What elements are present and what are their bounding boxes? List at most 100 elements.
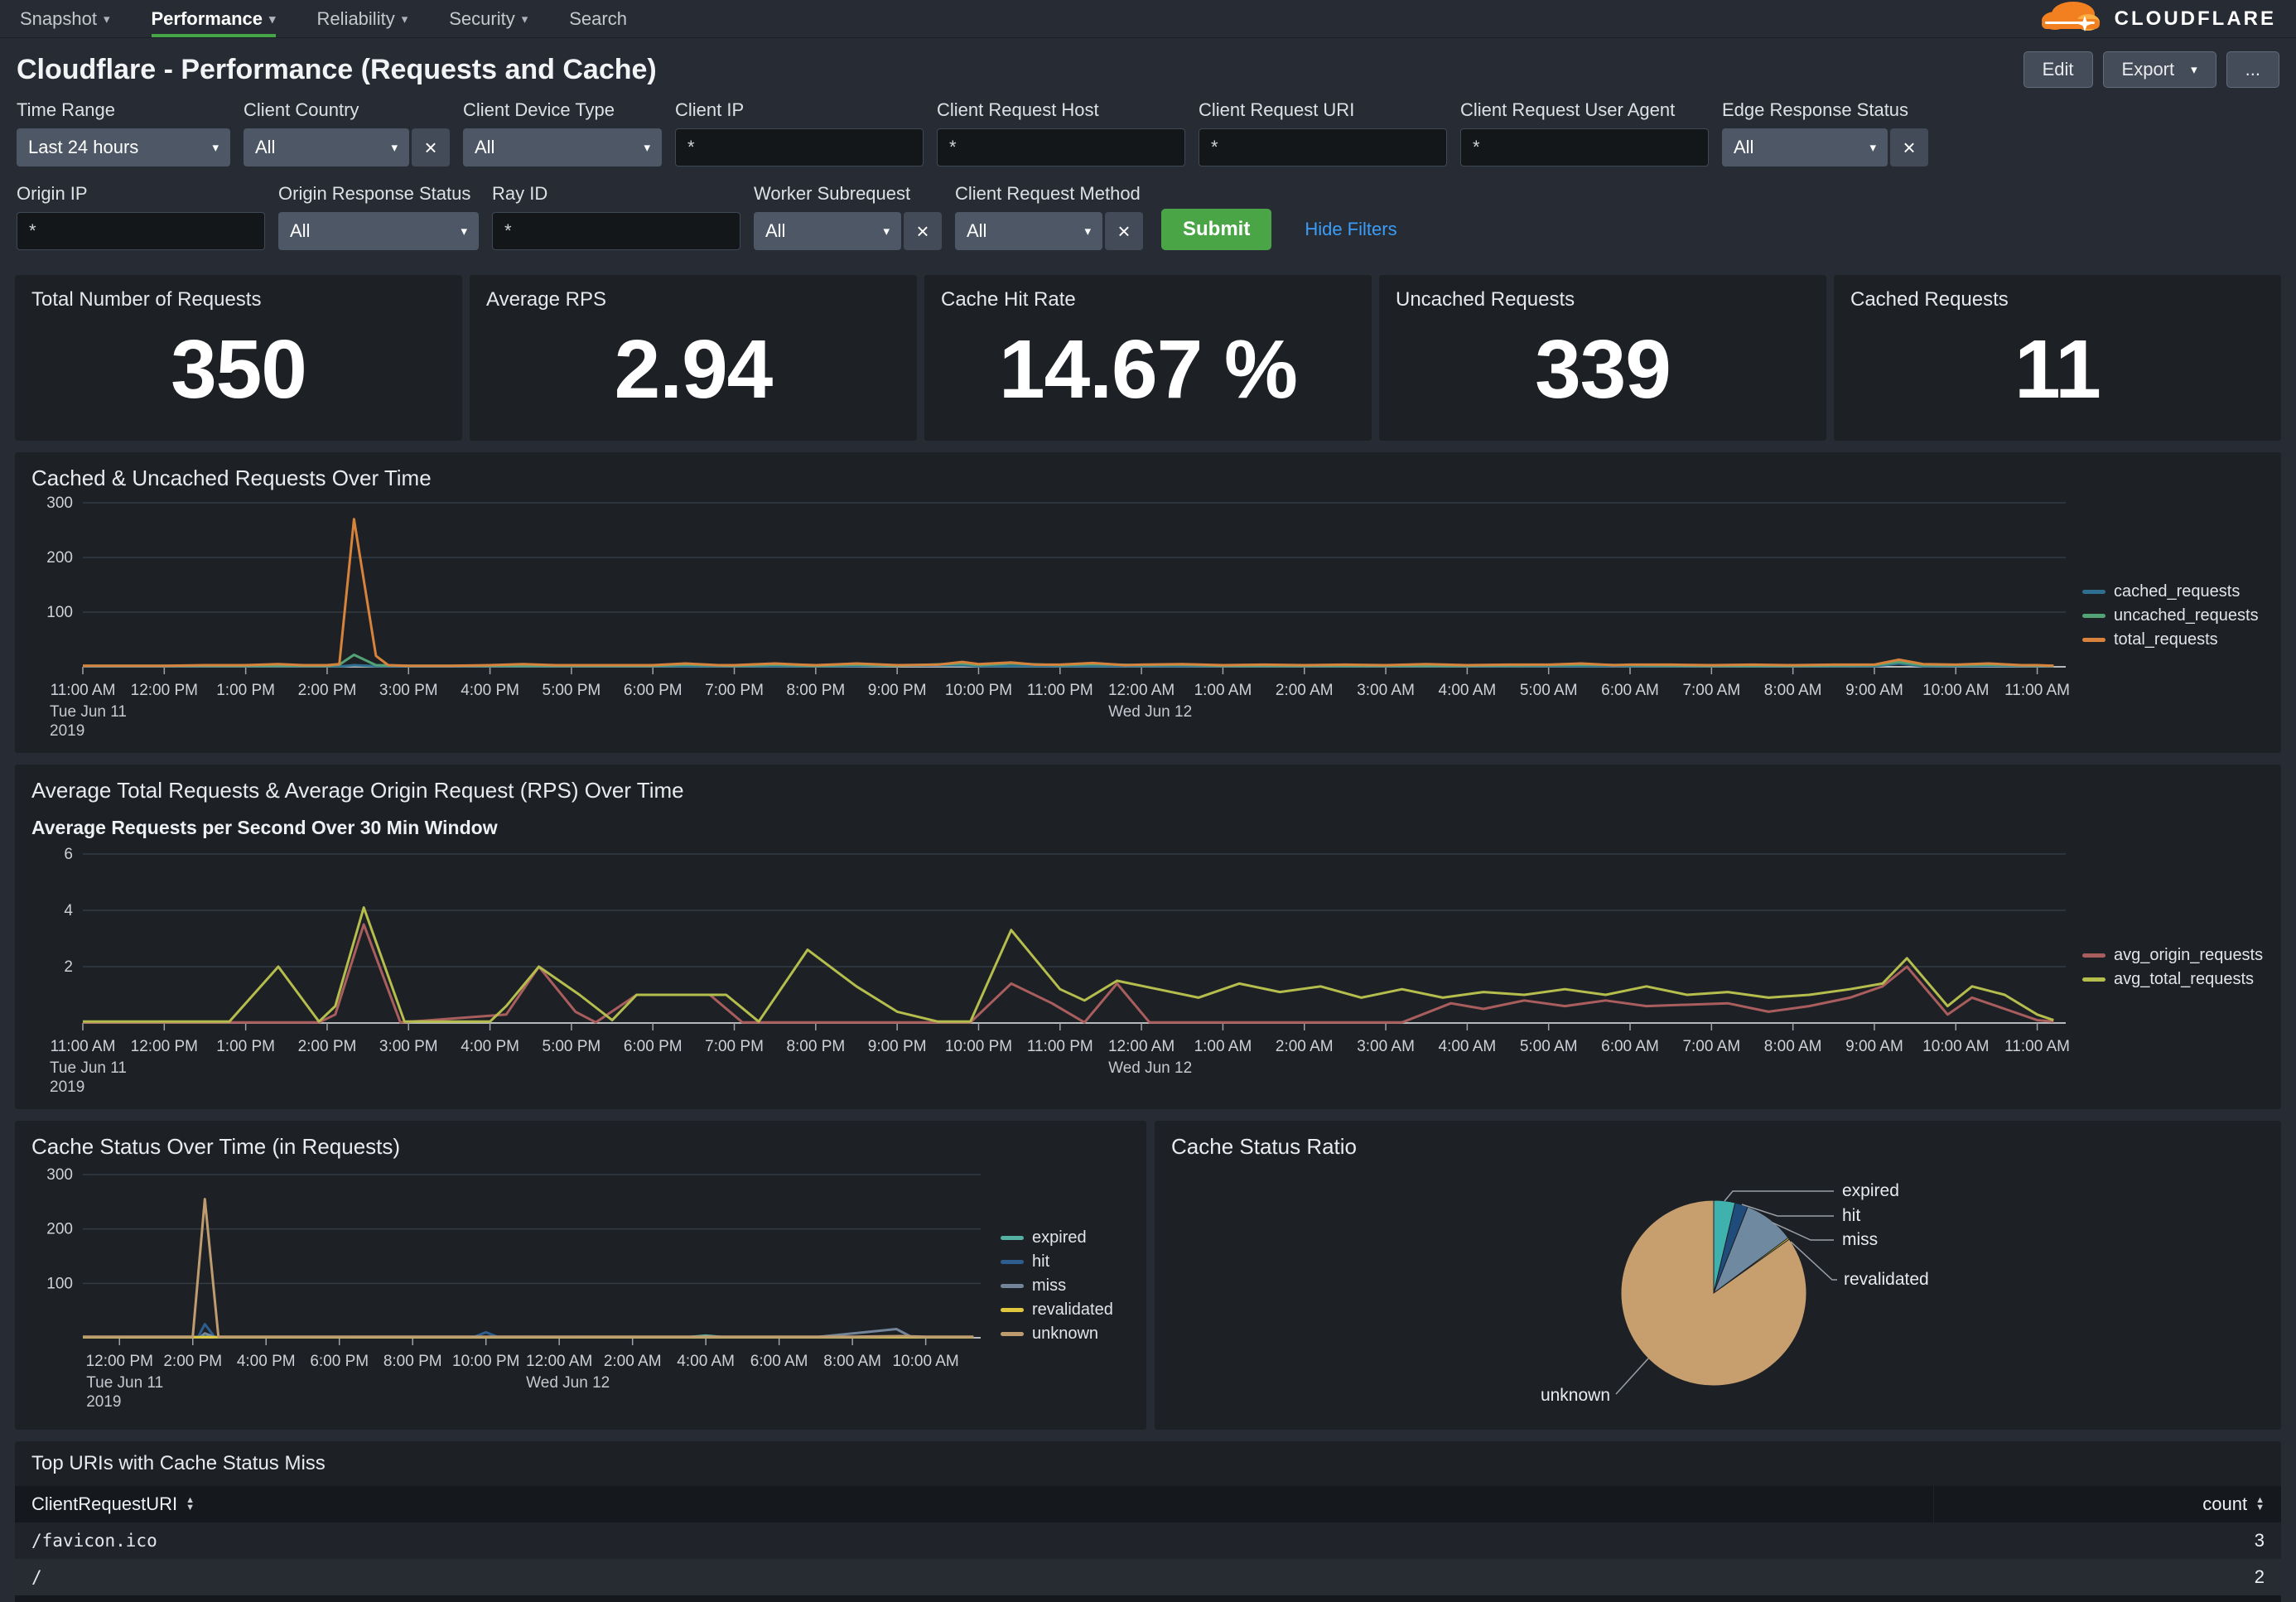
chart-title: Cache Status Over Time (in Requests) <box>31 1134 1130 1160</box>
chart-legend: cached_requests uncached_requests total_re… <box>2074 582 2265 649</box>
column-header-uri[interactable]: ClientRequestURI ▲▼ <box>15 1493 1933 1515</box>
count-cell: 3 <box>1933 1530 2281 1551</box>
client-request-host-input[interactable] <box>937 128 1185 166</box>
panel-top-uris: Top URIs with Cache Status Miss ClientRe… <box>15 1441 2281 1602</box>
client-request-method-select[interactable]: All▾ <box>955 212 1102 250</box>
origin-response-status-select[interactable]: All▾ <box>278 212 479 250</box>
brand-text: CLOUDFLARE <box>2115 7 2276 31</box>
legend-item-avg-origin-requests[interactable]: avg_origin_requests <box>2082 946 2265 965</box>
sort-icon[interactable]: ▲▼ <box>2255 1497 2265 1512</box>
legend-item-expired[interactable]: expired <box>1001 1228 1117 1247</box>
filter-ray-id: Ray ID <box>492 183 740 250</box>
kpi-total-number-of-requests: Total Number of Requests350 <box>15 275 462 441</box>
nav-item-label: Performance <box>152 8 263 30</box>
filter-row-1: Time RangeLast 24 hours▾Client CountryAl… <box>17 99 2279 166</box>
export-button[interactable]: Export▾ <box>2103 51 2216 88</box>
svg-text:10:00 PM: 10:00 PM <box>945 1038 1012 1055</box>
worker-subrequest-select[interactable]: All▾ <box>754 212 901 250</box>
client-ip-input[interactable] <box>675 128 924 166</box>
nav-item-label: Search <box>569 8 627 30</box>
kpi-cache-hit-rate: Cache Hit Rate14.67 % <box>924 275 1372 441</box>
svg-text:11:00 AM: 11:00 AM <box>2004 1038 2070 1055</box>
nav-item-search[interactable]: Search <box>569 0 627 37</box>
legend-item-uncached-requests[interactable]: uncached_requests <box>2082 606 2265 625</box>
filter-time-range: Time RangeLast 24 hours▾ <box>17 99 230 166</box>
svg-text:Tue Jun 11: Tue Jun 11 <box>86 1374 163 1392</box>
client-request-user-agent-input[interactable] <box>1460 128 1709 166</box>
svg-text:2:00 AM: 2:00 AM <box>1276 1038 1334 1055</box>
legend-swatch <box>2082 614 2105 618</box>
uri-cell: /favicon.ico <box>15 1531 1933 1551</box>
svg-text:10:00 AM: 10:00 AM <box>1922 1038 1989 1055</box>
svg-text:1:00 PM: 1:00 PM <box>216 682 275 699</box>
svg-text:6:00 AM: 6:00 AM <box>1601 1038 1659 1055</box>
legend-item-cached-requests[interactable]: cached_requests <box>2082 582 2265 601</box>
table-row[interactable]: /favicon.ico3 <box>15 1522 2281 1559</box>
nav-item-label: Security <box>449 8 514 30</box>
submit-button[interactable]: Submit <box>1161 209 1271 250</box>
nav-item-label: Reliability <box>317 8 395 30</box>
chevron-down-icon: ▾ <box>104 12 110 27</box>
legend-item-miss[interactable]: miss <box>1001 1276 1117 1296</box>
svg-text:10:00 AM: 10:00 AM <box>1922 682 1989 699</box>
nav-item-reliability[interactable]: Reliability▾ <box>317 0 408 37</box>
svg-text:6:00 PM: 6:00 PM <box>624 682 683 699</box>
sort-icon[interactable]: ▲▼ <box>186 1497 195 1512</box>
svg-text:8:00 PM: 8:00 PM <box>786 1038 845 1055</box>
filter-label: Ray ID <box>492 183 740 205</box>
worker-subrequest-clear-button[interactable]: × <box>904 212 942 250</box>
ray-id-input[interactable] <box>492 212 740 250</box>
svg-text:1:00 PM: 1:00 PM <box>216 1038 275 1055</box>
chart-title: Cache Status Ratio <box>1171 1134 2265 1160</box>
nav-item-snapshot[interactable]: Snapshot▾ <box>20 0 110 37</box>
svg-text:8:00 PM: 8:00 PM <box>383 1353 442 1370</box>
svg-text:3:00 PM: 3:00 PM <box>379 682 438 699</box>
legend-item-unknown[interactable]: unknown <box>1001 1325 1117 1344</box>
svg-text:200: 200 <box>46 549 73 567</box>
legend-item-avg-total-requests[interactable]: avg_total_requests <box>2082 970 2265 989</box>
legend-item-total-requests[interactable]: total_requests <box>2082 630 2265 649</box>
svg-text:8:00 AM: 8:00 AM <box>1764 1038 1822 1055</box>
client-device-type-select[interactable]: All▾ <box>463 128 662 166</box>
nav-item-security[interactable]: Security▾ <box>449 0 528 37</box>
client-country-clear-button[interactable]: × <box>412 128 450 166</box>
nav-item-performance[interactable]: Performance▾ <box>152 0 276 37</box>
svg-text:6:00 AM: 6:00 AM <box>750 1353 808 1370</box>
filter-client-request-method: Client Request MethodAll▾× <box>955 183 1143 250</box>
edge-response-status-clear-button[interactable]: × <box>1890 128 1928 166</box>
legend-item-revalidated[interactable]: revalidated <box>1001 1300 1117 1320</box>
cached-uncached-chart: 10020030011:00 AMTue Jun 11201912:00 PM1… <box>31 491 2074 740</box>
legend-swatch <box>1001 1260 1024 1264</box>
client-request-uri-input[interactable] <box>1199 128 1447 166</box>
svg-text:4:00 AM: 4:00 AM <box>677 1353 735 1370</box>
svg-text:3:00 AM: 3:00 AM <box>1357 1038 1415 1055</box>
svg-text:2:00 PM: 2:00 PM <box>298 1038 357 1055</box>
more-button[interactable]: ... <box>2226 51 2279 88</box>
svg-text:3:00 PM: 3:00 PM <box>379 1038 438 1055</box>
svg-text:Wed Jun 12: Wed Jun 12 <box>1108 1059 1192 1077</box>
svg-text:3:00 AM: 3:00 AM <box>1357 682 1415 699</box>
filter-label: Origin Response Status <box>278 183 479 205</box>
filter-client-request-uri: Client Request URI <box>1199 99 1447 166</box>
svg-text:4:00 AM: 4:00 AM <box>1439 1038 1497 1055</box>
legend-label: cached_requests <box>2114 582 2240 601</box>
chevron-down-icon: ▾ <box>2191 62 2197 77</box>
legend-swatch <box>2082 638 2105 642</box>
svg-text:6: 6 <box>64 846 73 863</box>
chart-subtitle: Average Requests per Second Over 30 Min … <box>31 817 2265 839</box>
pie-label-hit: hit <box>1842 1206 1860 1225</box>
edge-response-status-select[interactable]: All▾ <box>1722 128 1888 166</box>
client-request-method-clear-button[interactable]: × <box>1105 212 1143 250</box>
svg-text:11:00 PM: 11:00 PM <box>1027 1038 1093 1055</box>
svg-text:4:00 PM: 4:00 PM <box>237 1353 296 1370</box>
panel-cached-uncached-requests: Cached & Uncached Requests Over Time 100… <box>15 452 2281 753</box>
table-row[interactable]: /2 <box>15 1559 2281 1595</box>
legend-item-hit[interactable]: hit <box>1001 1252 1117 1271</box>
hide-filters-link[interactable]: Hide Filters <box>1305 219 1396 250</box>
edit-button[interactable]: Edit <box>2023 51 2093 88</box>
time-range-select[interactable]: Last 24 hours▾ <box>17 128 230 166</box>
kpi-label: Uncached Requests <box>1396 288 1810 311</box>
column-header-count[interactable]: count ▲▼ <box>1933 1486 2281 1522</box>
origin-ip-input[interactable] <box>17 212 265 250</box>
client-country-select[interactable]: All▾ <box>244 128 409 166</box>
